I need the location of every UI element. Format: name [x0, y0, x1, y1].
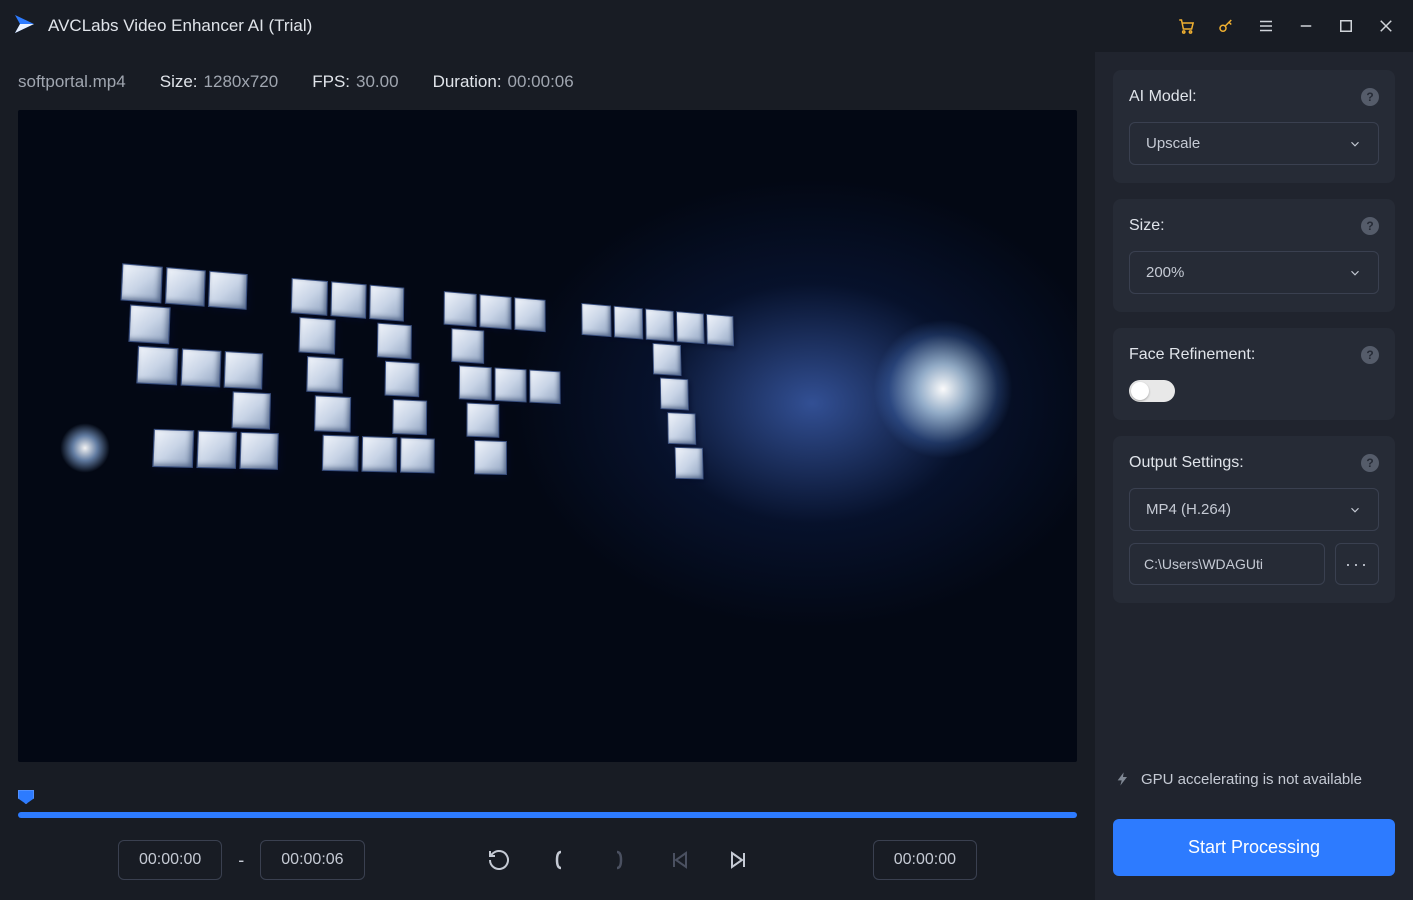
maximize-icon[interactable]: [1337, 17, 1355, 35]
face-refinement-section: Face Refinement: ?: [1113, 328, 1395, 420]
cart-icon[interactable]: [1177, 17, 1195, 35]
size-value: 1280x720: [204, 72, 279, 91]
browse-path-button[interactable]: ···: [1335, 543, 1379, 585]
help-icon[interactable]: ?: [1361, 217, 1379, 235]
ai-model-dropdown[interactable]: Upscale: [1129, 122, 1379, 165]
chevron-down-icon: [1348, 137, 1362, 151]
app-title: AVCLabs Video Enhancer AI (Trial): [48, 16, 312, 36]
start-processing-button[interactable]: Start Processing: [1113, 819, 1395, 876]
bracket-end-icon[interactable]: [607, 848, 631, 872]
face-refinement-label: Face Refinement:: [1129, 346, 1255, 364]
help-icon[interactable]: ?: [1361, 88, 1379, 106]
key-icon[interactable]: [1217, 17, 1235, 35]
timeline-track[interactable]: [18, 812, 1077, 818]
chevron-down-icon: [1348, 266, 1362, 280]
previous-frame-icon[interactable]: [667, 848, 691, 872]
menu-icon[interactable]: [1257, 17, 1275, 35]
next-frame-icon[interactable]: [727, 848, 751, 872]
ai-model-section: AI Model: ? Upscale: [1113, 70, 1395, 183]
filename: softportal.mp4: [18, 72, 126, 92]
output-format-value: MP4 (H.264): [1146, 501, 1231, 518]
duration-label: Duration:: [433, 72, 502, 91]
size-setting-label: Size:: [1129, 217, 1165, 235]
video-preview[interactable]: [18, 110, 1077, 762]
output-format-dropdown[interactable]: MP4 (H.264): [1129, 488, 1379, 531]
gpu-status: GPU accelerating is not available: [1113, 769, 1395, 789]
fps-value: 30.00: [356, 72, 399, 91]
output-settings-section: Output Settings: ? MP4 (H.264) C:\Users\…: [1113, 436, 1395, 603]
chevron-down-icon: [1348, 503, 1362, 517]
duration-value: 00:00:06: [508, 72, 574, 91]
timeline[interactable]: [18, 790, 1077, 820]
gpu-status-text: GPU accelerating is not available: [1141, 771, 1362, 788]
titlebar: AVCLabs Video Enhancer AI (Trial): [0, 0, 1413, 52]
time-range-separator: -: [238, 850, 244, 871]
output-settings-label: Output Settings:: [1129, 454, 1244, 472]
rewind-loop-icon[interactable]: [487, 848, 511, 872]
help-icon[interactable]: ?: [1361, 454, 1379, 472]
size-section: Size: ? 200%: [1113, 199, 1395, 312]
size-dropdown[interactable]: 200%: [1129, 251, 1379, 294]
trim-end-time[interactable]: 00:00:06: [260, 840, 364, 880]
size-label: Size:: [160, 72, 198, 91]
fps-label: FPS:: [312, 72, 350, 91]
trim-start-time[interactable]: 00:00:00: [118, 840, 222, 880]
size-setting-value: 200%: [1146, 264, 1184, 281]
current-time[interactable]: 00:00:00: [873, 840, 977, 880]
face-refinement-toggle[interactable]: [1129, 380, 1175, 402]
minimize-icon[interactable]: [1297, 17, 1315, 35]
file-info-bar: softportal.mp4 Size: 1280x720 FPS: 30.00 D…: [18, 66, 1077, 110]
help-icon[interactable]: ?: [1361, 346, 1379, 364]
ai-model-label: AI Model:: [1129, 88, 1197, 106]
output-path[interactable]: C:\Users\WDAGUti: [1129, 543, 1325, 585]
bolt-icon: [1115, 769, 1131, 789]
close-icon[interactable]: [1377, 17, 1395, 35]
ai-model-value: Upscale: [1146, 135, 1200, 152]
playhead-marker[interactable]: [18, 790, 34, 804]
app-logo-icon: [12, 12, 36, 41]
bracket-start-icon[interactable]: [547, 848, 571, 872]
